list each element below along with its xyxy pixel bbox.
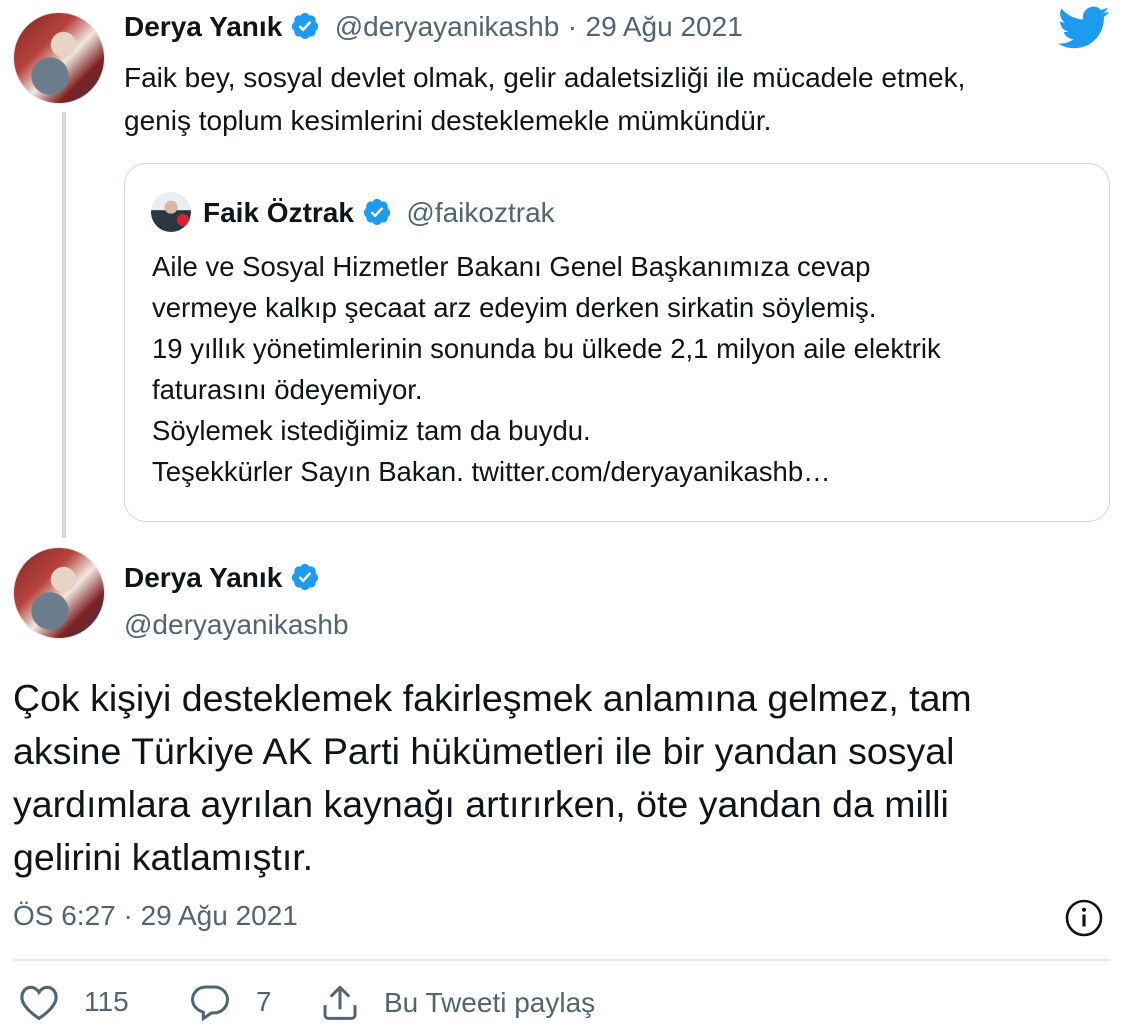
parent-author-avatar[interactable] xyxy=(13,12,105,104)
main-author-avatar[interactable] xyxy=(13,547,105,639)
main-tweet-line: yardımlara ayrılan kaynağı artırırken, ö… xyxy=(13,783,949,825)
quoted-tweet-line: faturasını ödeyemiyor. xyxy=(152,374,423,405)
quoted-tweet-line: Aile ve Sosyal Hizmetler Bakanı Genel Ba… xyxy=(152,251,871,282)
quoted-tweet-card[interactable]: Faik Öztrak @faikoztrak Aile ve Sosyal H… xyxy=(124,163,1110,522)
main-tweet-author: Derya Yanık @deryayanikashb xyxy=(124,558,349,645)
heart-icon xyxy=(20,985,58,1021)
reply-bubble-icon xyxy=(190,985,230,1021)
quoted-tweet-text: Aile ve Sosyal Hizmetler Bakanı Genel Ba… xyxy=(152,246,941,492)
main-tweet-text: Çok kişiyi desteklemek fakirleşmek anlam… xyxy=(13,672,972,884)
parent-tweet-line: Faik bey, sosyal devlet olmak, gelir ada… xyxy=(124,62,966,93)
verified-badge-icon xyxy=(363,198,391,226)
parent-tweet-line: geniş toplum kesimlerini desteklemekle m… xyxy=(124,105,772,136)
main-tweet-line: aksine Türkiye AK Parti hükümetleri ile … xyxy=(13,730,955,772)
share-button[interactable]: Bu Tweeti paylaş xyxy=(320,983,595,1023)
quoted-tweet-line: Söylemek istediğimiz tam da buydu. xyxy=(152,415,591,446)
header-separator: · xyxy=(567,11,578,42)
twitter-bird-icon xyxy=(1058,6,1110,49)
quoted-author-handle: @faikoztrak xyxy=(406,197,555,228)
main-tweet-line: gelirini katlamıştır. xyxy=(13,836,314,878)
quoted-tweet-line: vermeye kalkıp şecaat arz edeyim derken … xyxy=(152,292,877,323)
parent-tweet-text: Faik bey, sosyal devlet olmak, gelir ada… xyxy=(124,56,965,142)
thread-connector-line xyxy=(62,112,66,538)
reply-button[interactable]: 7 xyxy=(190,983,272,1021)
share-label: Bu Tweeti paylaş xyxy=(384,987,596,1018)
main-author-name[interactable]: Derya Yanık xyxy=(124,562,282,593)
like-button[interactable]: 115 xyxy=(18,983,129,1021)
verified-badge-icon xyxy=(292,12,319,40)
parent-author-name[interactable]: Derya Yanık xyxy=(124,11,282,42)
parent-tweet-date[interactable]: 29 Ağu 2021 xyxy=(586,11,743,42)
parent-tweet-header: Derya Yanık @deryayanikashb · 29 Ağu 202… xyxy=(124,9,743,50)
parent-author-handle[interactable]: @deryayanikashb xyxy=(335,11,560,42)
main-author-handle[interactable]: @deryayanikashb xyxy=(124,605,349,645)
quoted-tweet-line: Teşekkürler Sayın Bakan. twitter.com/der… xyxy=(152,456,831,487)
main-tweet-line: Çok kişiyi desteklemek fakirleşmek anlam… xyxy=(13,677,972,719)
info-icon[interactable] xyxy=(1064,898,1104,938)
actions-divider xyxy=(13,959,1110,961)
share-icon xyxy=(323,985,357,1020)
quoted-author-avatar xyxy=(151,192,191,232)
quoted-author-name: Faik Öztrak xyxy=(203,197,354,228)
like-count: 115 xyxy=(84,986,129,1017)
reply-count: 7 xyxy=(256,986,272,1017)
verified-badge-icon xyxy=(292,563,319,591)
main-tweet-timestamp[interactable]: ÖS 6:27 · 29 Ağu 2021 xyxy=(13,900,298,932)
quoted-tweet-line: 19 yıllık yönetimlerinin sonunda bu ülke… xyxy=(152,333,941,364)
quoted-tweet-header: Faik Öztrak @faikoztrak xyxy=(203,195,555,236)
